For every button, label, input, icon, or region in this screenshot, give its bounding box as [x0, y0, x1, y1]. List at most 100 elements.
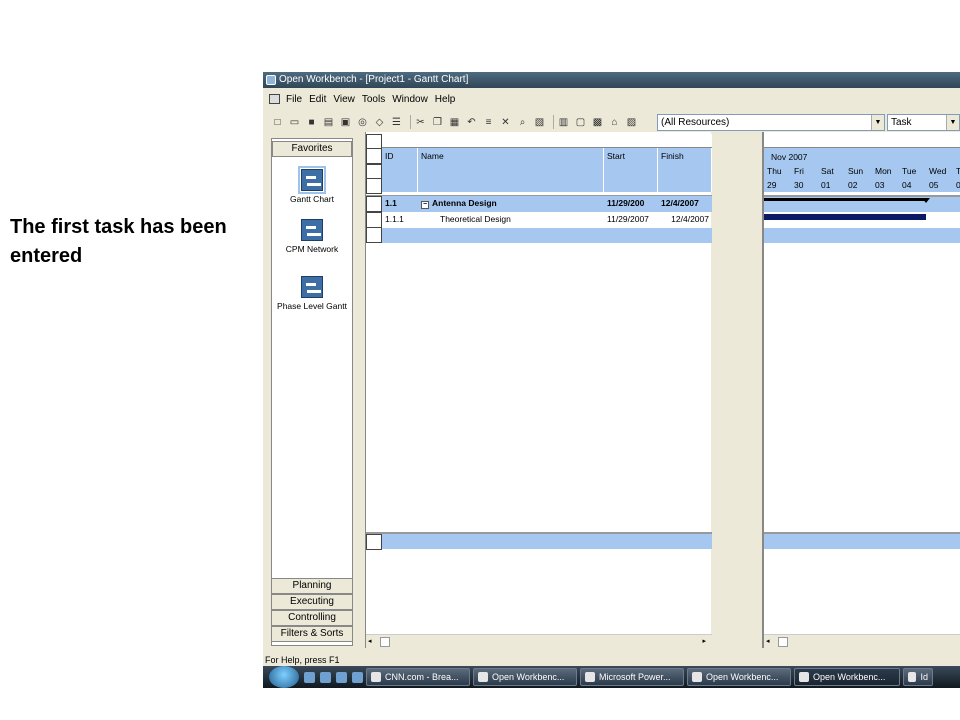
open-workbench-window: Open Workbench - [Project1 - Gantt Chart… — [263, 72, 960, 688]
total-row — [382, 534, 712, 549]
column-name-label: Name — [421, 151, 444, 161]
view-cpm-network[interactable]: CPM Network — [272, 219, 352, 254]
date-label: 29 — [767, 180, 777, 190]
task-name[interactable]: Theoretical Design — [418, 212, 604, 226]
menu-help[interactable]: Help — [435, 94, 456, 105]
column-header-finish[interactable]: Finish — [658, 148, 712, 192]
task-grid: ID Name Start Finish 1.1 − Antenna Design… — [365, 132, 712, 648]
desktop-icon[interactable] — [320, 671, 331, 683]
view-gantt-chart[interactable]: Gantt Chart — [272, 166, 352, 204]
firefox-icon — [692, 672, 702, 682]
view-label: Gantt Chart — [290, 194, 334, 204]
header-row-box — [366, 148, 382, 164]
print-preview-icon[interactable]: ◎ — [356, 116, 369, 129]
paste-icon[interactable]: ▦ — [448, 116, 461, 129]
taskbar-item-other[interactable]: Id — [903, 668, 933, 686]
menu-tools[interactable]: Tools — [362, 94, 385, 105]
taskbar-item-workbench-1[interactable]: Open Workbenc... — [473, 668, 577, 686]
mail-icon[interactable]: ◇ — [373, 116, 386, 129]
task-start[interactable]: 11/29/2007 — [604, 212, 658, 226]
taskbar-item-workbench-3[interactable]: Open Workbenc... — [794, 668, 900, 686]
task-start: 11/29/200 — [607, 198, 645, 208]
scroll-right-icon[interactable]: ▸ — [702, 637, 706, 645]
toolbar-separator — [553, 115, 554, 129]
undo-icon[interactable]: ↶ — [465, 116, 478, 129]
taskbar-item-workbench-2[interactable]: Open Workbenc... — [687, 668, 791, 686]
document-menu-icon[interactable] — [269, 94, 280, 104]
row-selector[interactable] — [366, 227, 382, 243]
nav-buttons: Planning Executing Controlling Filters &… — [271, 578, 353, 642]
open-icon[interactable]: ▭ — [288, 116, 301, 129]
window-titlebar[interactable]: Open Workbench - [Project1 - Gantt Chart… — [263, 72, 960, 88]
column-header-id[interactable]: ID — [382, 148, 418, 192]
chevron-down-icon[interactable]: ▼ — [871, 115, 884, 130]
resources-combo[interactable]: (All Resources) ▼ — [657, 114, 885, 131]
chevron-down-icon[interactable]: ▼ — [946, 115, 959, 130]
start-button[interactable] — [269, 666, 299, 688]
print-icon[interactable]: ▤ — [322, 116, 335, 129]
toolbar-separator — [410, 115, 411, 129]
task-bar[interactable] — [764, 214, 926, 220]
ie-icon[interactable] — [304, 671, 315, 683]
column-start-label: Start — [607, 151, 625, 161]
row-selector[interactable] — [366, 212, 382, 228]
tile-icon[interactable]: ▥ — [557, 116, 570, 129]
menu-view[interactable]: View — [333, 94, 355, 105]
taskbar-label: Open Workbenc... — [706, 672, 779, 682]
save-icon[interactable]: ■ — [305, 116, 318, 129]
scroll-left-icon[interactable]: ◂ — [766, 637, 770, 645]
day-label: Tue — [902, 166, 917, 176]
calendar-icon[interactable]: ▩ — [591, 116, 604, 129]
find-icon[interactable]: ⌕ — [516, 116, 529, 129]
menu-file[interactable]: File — [286, 94, 302, 105]
taskbar-item-powerpoint[interactable]: Microsoft Power... — [580, 668, 684, 686]
resource-icon[interactable]: ▨ — [625, 116, 638, 129]
switch-windows-icon[interactable] — [336, 671, 347, 683]
menu-edit[interactable]: Edit — [309, 94, 326, 105]
column-finish-label: Finish — [661, 151, 684, 161]
menu-window[interactable]: Window — [392, 94, 428, 105]
collapse-icon[interactable]: − — [421, 201, 429, 209]
home-icon[interactable]: ⌂ — [608, 116, 621, 129]
scroll-left-icon[interactable]: ◂ — [368, 637, 372, 645]
executing-button[interactable]: Executing — [271, 594, 353, 610]
task-name-text: Antenna Design — [432, 198, 497, 208]
view-phase-level-gantt[interactable]: Phase Level Gantt — [272, 276, 352, 311]
firefox-icon[interactable] — [352, 671, 363, 683]
cut-icon[interactable]: ✂ — [414, 116, 427, 129]
row-selector[interactable] — [366, 534, 382, 550]
taskbar-label: CNN.com - Brea... — [385, 672, 459, 682]
favorites-header[interactable]: Favorites — [272, 141, 352, 157]
timescale-month: Nov 2007 — [771, 152, 808, 162]
date-label: 05 — [929, 180, 939, 190]
column-header-name[interactable]: Name — [418, 148, 604, 192]
folder-icon[interactable]: ▣ — [339, 116, 352, 129]
task-finish[interactable]: 12/4/2007 — [658, 212, 712, 226]
row-selector[interactable] — [366, 196, 382, 212]
taskbar-label: Microsoft Power... — [599, 672, 671, 682]
horizontal-scrollbar[interactable]: ◂ ▸ — [366, 634, 712, 648]
delete-icon[interactable]: ✕ — [499, 116, 512, 129]
controlling-button[interactable]: Controlling — [271, 610, 353, 626]
window-icon[interactable]: ▢ — [574, 116, 587, 129]
scroll-thumb[interactable] — [778, 637, 788, 647]
day-label: Thu — [767, 166, 782, 176]
summary-bar[interactable] — [764, 198, 926, 201]
column-header-start[interactable]: Start — [604, 148, 658, 192]
type-combo-value: Task — [891, 117, 912, 128]
taskbar-item-cnn[interactable]: CNN.com - Brea... — [366, 668, 470, 686]
gantt-total-row — [764, 534, 960, 549]
planning-button[interactable]: Planning — [271, 578, 353, 594]
scroll-thumb[interactable] — [380, 637, 390, 647]
table-row[interactable] — [382, 228, 712, 243]
list-icon[interactable]: ☰ — [390, 116, 403, 129]
day-label: Mon — [875, 166, 892, 176]
copy-icon[interactable]: ❐ — [431, 116, 444, 129]
zoom-icon[interactable]: ▧ — [533, 116, 546, 129]
indent-icon[interactable]: ≡ — [482, 116, 495, 129]
type-combo[interactable]: Task ▼ — [887, 114, 960, 131]
slide-caption: The first task has been entered — [10, 213, 275, 271]
filters-sorts-button[interactable]: Filters & Sorts — [271, 626, 353, 642]
new-icon[interactable]: □ — [271, 116, 284, 129]
gantt-horizontal-scrollbar[interactable]: ◂ — [764, 634, 960, 648]
